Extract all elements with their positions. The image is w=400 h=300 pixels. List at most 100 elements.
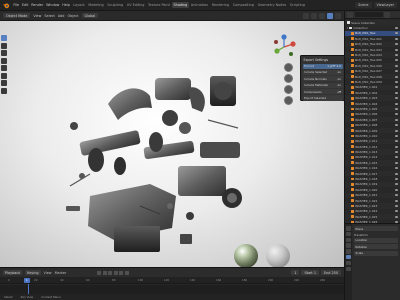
scale-field[interactable]: Scale: [354, 250, 398, 256]
timeline-ruler[interactable]: 1 0 20 40 60 80 100 120 140 160 180 200 220 240: [0, 277, 344, 284]
visibility-eye-icon[interactable]: [395, 64, 398, 67]
material-shading-icon[interactable]: [327, 12, 333, 19]
cursor-tool-icon[interactable]: [1, 42, 7, 49]
export-selected-button[interactable]: Export Selected: [302, 95, 343, 101]
visibility-eye-icon[interactable]: [395, 54, 398, 57]
expand-arrow-icon[interactable]: [347, 27, 348, 30]
tab-texture-paint[interactable]: Texture Paint: [146, 2, 171, 8]
select-tool-icon[interactable]: [1, 35, 7, 41]
display-mode-icon[interactable]: [347, 11, 353, 18]
render-tab-icon[interactable]: [346, 231, 351, 237]
tab-scripting[interactable]: Scripting: [288, 2, 307, 8]
visibility-eye-icon[interactable]: [395, 86, 398, 89]
hdri-preview-chrome-sphere[interactable]: [234, 244, 258, 267]
menu-view[interactable]: View: [33, 14, 41, 18]
visibility-eye-icon[interactable]: [395, 188, 398, 191]
visibility-eye-icon[interactable]: [395, 129, 398, 132]
menu-render[interactable]: Render: [30, 3, 45, 7]
move-tool-icon[interactable]: [1, 50, 7, 56]
visibility-eye-icon[interactable]: [395, 48, 398, 51]
playhead-frame-label[interactable]: 1: [24, 278, 30, 283]
transform-tool-icon[interactable]: [1, 72, 7, 79]
tab-sculpting[interactable]: Sculpting: [106, 2, 125, 8]
scene-tab-icon[interactable]: [346, 243, 351, 248]
pan-hand-icon[interactable]: [284, 74, 293, 83]
compression-toggle[interactable]: Compression off: [302, 89, 343, 95]
visibility-eye-icon[interactable]: [395, 91, 398, 94]
menu-object[interactable]: Object: [67, 14, 78, 18]
visibility-eye-icon[interactable]: [395, 167, 398, 170]
visibility-eye-icon[interactable]: [395, 80, 398, 83]
camera-view-icon[interactable]: [284, 85, 293, 94]
exploded-engine-model[interactable]: [60, 56, 260, 256]
visibility-eye-icon[interactable]: [395, 124, 398, 127]
rotation-field[interactable]: Rotation: [354, 244, 398, 250]
menu-marker[interactable]: Marker: [55, 271, 67, 275]
visibility-eye-icon[interactable]: [395, 43, 398, 46]
3d-viewport[interactable]: [0, 21, 344, 267]
mode-selector[interactable]: Object Mode: [3, 12, 31, 19]
visibility-eye-icon[interactable]: [395, 59, 398, 62]
visibility-eye-icon[interactable]: [395, 75, 398, 78]
visibility-eye-icon[interactable]: [395, 161, 398, 164]
visibility-eye-icon[interactable]: [395, 156, 398, 159]
start-frame-field[interactable]: Start 1: [301, 269, 319, 276]
current-frame-field[interactable]: 1: [291, 269, 300, 276]
visibility-eye-icon[interactable]: [395, 32, 398, 35]
visibility-eye-icon[interactable]: [395, 140, 398, 143]
menu-view[interactable]: View: [44, 271, 52, 275]
include-normals-toggle[interactable]: Include Normals on: [302, 76, 343, 82]
view-layer-selector[interactable]: ViewLayer: [373, 2, 397, 8]
visibility-eye-icon[interactable]: [395, 199, 398, 202]
tab-uv-editing[interactable]: UV Editing: [125, 2, 146, 8]
menu-select[interactable]: Select: [44, 14, 54, 18]
location-field[interactable]: Location: [354, 237, 398, 243]
format-dropdown[interactable]: Format ▾ glTF 2.0: [302, 63, 343, 69]
visibility-eye-icon[interactable]: [395, 37, 398, 40]
visibility-eye-icon[interactable]: [395, 194, 398, 197]
perspective-toggle-icon[interactable]: [284, 96, 293, 105]
transform-orientation[interactable]: Global: [81, 12, 99, 19]
zoom-icon[interactable]: [284, 63, 293, 72]
play-reverse-icon[interactable]: [108, 270, 113, 275]
menu-window[interactable]: Window: [45, 3, 61, 7]
tab-layout[interactable]: Layout: [71, 2, 86, 8]
visibility-eye-icon[interactable]: [395, 134, 398, 137]
visibility-eye-icon[interactable]: [395, 27, 398, 30]
scale-tool-icon[interactable]: [1, 65, 7, 71]
end-frame-field[interactable]: End 250: [321, 269, 341, 276]
tab-rendering[interactable]: Rendering: [210, 2, 231, 8]
menu-edit[interactable]: Edit: [20, 3, 29, 7]
tool-tab-icon[interactable]: [346, 226, 351, 231]
object-tab-icon[interactable]: [346, 254, 351, 260]
blender-logo-icon[interactable]: [2, 2, 10, 9]
visibility-eye-icon[interactable]: [395, 102, 398, 105]
menu-add[interactable]: Add: [58, 14, 65, 18]
modifier-tab-icon[interactable]: [346, 260, 351, 266]
rendered-shading-icon[interactable]: [335, 12, 341, 19]
jump-end-icon[interactable]: [124, 270, 129, 275]
visibility-eye-icon[interactable]: [395, 151, 398, 154]
menu-help[interactable]: Help: [61, 3, 72, 7]
world-tab-icon[interactable]: [346, 249, 351, 254]
jump-start-icon[interactable]: [97, 270, 102, 275]
visibility-eye-icon[interactable]: [395, 107, 398, 110]
measure-tool-icon[interactable]: [1, 87, 7, 94]
prev-keyframe-icon[interactable]: [102, 270, 107, 275]
filter-icon[interactable]: [384, 11, 390, 18]
tab-modeling[interactable]: Modeling: [86, 2, 105, 8]
visibility-eye-icon[interactable]: [395, 178, 398, 181]
solid-shading-icon[interactable]: [319, 12, 325, 19]
rotate-tool-icon[interactable]: [1, 57, 7, 64]
menu-playback[interactable]: Playback: [3, 269, 23, 276]
visibility-eye-icon[interactable]: [395, 215, 398, 218]
output-tab-icon[interactable]: [346, 237, 351, 243]
include-selected-toggle[interactable]: Include Selected on: [302, 69, 343, 76]
visibility-eye-icon[interactable]: [395, 172, 398, 175]
visibility-eye-icon[interactable]: [395, 145, 398, 148]
object-name-field[interactable]: Plane: [354, 226, 398, 231]
outliner-search-input[interactable]: [354, 12, 383, 17]
tab-geometry-nodes[interactable]: Geometry Nodes: [256, 2, 288, 8]
play-icon[interactable]: [113, 270, 118, 275]
xray-icon[interactable]: [311, 12, 317, 19]
